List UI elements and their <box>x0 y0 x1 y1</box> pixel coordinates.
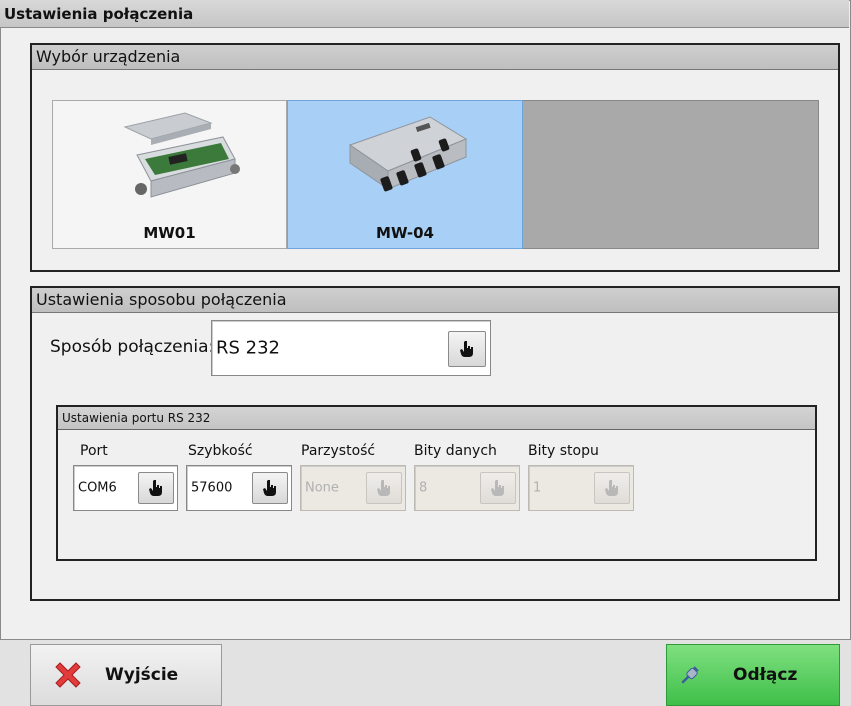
parity-value: None <box>305 480 339 496</box>
connection-method-value: RS 232 <box>216 337 281 359</box>
hand-pointer-icon <box>605 480 618 496</box>
exit-button-label: Wyjście <box>105 665 179 685</box>
data-bits-value: 8 <box>419 480 428 496</box>
hand-pointer-icon <box>263 480 276 496</box>
baud-rate-label: Szybkość <box>188 443 253 459</box>
port-dropdown-button[interactable] <box>138 472 174 504</box>
disconnect-button[interactable]: Odłącz <box>666 644 840 706</box>
data-bits-select[interactable]: 8 <box>414 465 520 511</box>
hand-pointer-icon <box>149 480 162 496</box>
device-selection-title: Wybór urządzenia <box>32 45 838 70</box>
connection-method-label: Sposób połączenia: <box>50 337 215 357</box>
data-bits-label: Bity danych <box>414 443 497 459</box>
parity-select[interactable]: None <box>300 465 406 511</box>
hand-pointer-icon <box>491 480 504 496</box>
plug-icon <box>681 666 699 684</box>
parity-label: Parzystość <box>301 443 376 459</box>
port-select[interactable]: COM6 <box>73 465 178 511</box>
connection-method-dropdown-button[interactable] <box>448 331 486 367</box>
disconnect-button-label: Odłącz <box>733 665 798 685</box>
device-tile-mw01[interactable]: MW01 <box>52 100 287 249</box>
device-tile-mw04[interactable]: MW-04 <box>287 100 523 249</box>
connection-settings-title: Ustawienia sposobu połączenia <box>32 288 838 313</box>
stop-bits-dropdown-button[interactable] <box>594 472 630 504</box>
connection-method-select[interactable]: RS 232 <box>211 320 491 376</box>
baud-rate-dropdown-button[interactable] <box>252 472 288 504</box>
baud-rate-select[interactable]: 57600 <box>186 465 292 511</box>
stop-bits-label: Bity stopu <box>528 443 599 459</box>
parity-dropdown-button[interactable] <box>366 472 402 504</box>
device-image-mw01 <box>122 112 240 198</box>
port-settings-title: Ustawienia portu RS 232 <box>58 407 815 430</box>
hand-pointer-icon <box>460 341 473 357</box>
stop-bits-value: 1 <box>533 480 542 496</box>
stop-bits-select[interactable]: 1 <box>528 465 634 511</box>
hand-pointer-icon <box>377 480 390 496</box>
close-x-icon <box>55 662 81 688</box>
port-label: Port <box>80 443 108 459</box>
device-label-mw01: MW01 <box>143 224 196 242</box>
exit-button[interactable]: Wyjście <box>30 644 222 706</box>
port-value: COM6 <box>78 480 117 496</box>
baud-rate-value: 57600 <box>191 480 233 496</box>
device-label-mw04: MW-04 <box>376 224 434 242</box>
window-title: Ustawienia połączenia <box>0 0 849 28</box>
data-bits-dropdown-button[interactable] <box>480 472 516 504</box>
device-image-mw04 <box>348 116 468 192</box>
